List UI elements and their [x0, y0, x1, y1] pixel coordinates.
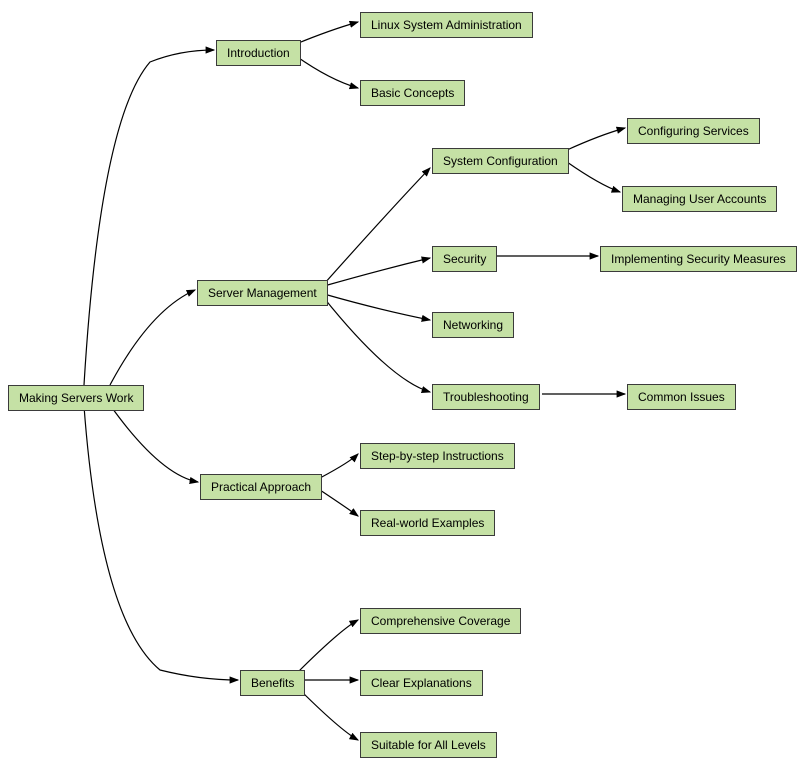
- node-linux-sysadmin: Linux System Administration: [360, 12, 533, 38]
- node-common-issues: Common Issues: [627, 384, 736, 410]
- node-clear-explanations: Clear Explanations: [360, 670, 483, 696]
- node-benefits: Benefits: [240, 670, 305, 696]
- node-label: Networking: [443, 318, 503, 332]
- node-label: System Configuration: [443, 154, 558, 168]
- node-configuring-services: Configuring Services: [627, 118, 760, 144]
- node-label: Basic Concepts: [371, 86, 454, 100]
- node-label: Benefits: [251, 676, 294, 690]
- node-label: Practical Approach: [211, 480, 311, 494]
- node-managing-user-accounts: Managing User Accounts: [622, 186, 777, 212]
- node-introduction: Introduction: [216, 40, 301, 66]
- node-label: Linux System Administration: [371, 18, 522, 32]
- node-troubleshooting: Troubleshooting: [432, 384, 540, 410]
- node-real-world: Real-world Examples: [360, 510, 495, 536]
- node-label: Common Issues: [638, 390, 725, 404]
- node-label: Step-by-step Instructions: [371, 449, 504, 463]
- node-server-management: Server Management: [197, 280, 328, 306]
- node-step-by-step: Step-by-step Instructions: [360, 443, 515, 469]
- node-label: Implementing Security Measures: [611, 252, 786, 266]
- node-label: Server Management: [208, 286, 317, 300]
- node-label: Security: [443, 252, 486, 266]
- node-label: Comprehensive Coverage: [371, 614, 510, 628]
- node-label: Suitable for All Levels: [371, 738, 486, 752]
- node-label: Clear Explanations: [371, 676, 472, 690]
- node-suitable-all-levels: Suitable for All Levels: [360, 732, 497, 758]
- node-label: Managing User Accounts: [633, 192, 766, 206]
- node-label: Configuring Services: [638, 124, 749, 138]
- node-security: Security: [432, 246, 497, 272]
- node-root: Making Servers Work: [8, 385, 144, 411]
- node-label: Real-world Examples: [371, 516, 484, 530]
- node-label: Making Servers Work: [19, 391, 133, 405]
- node-label: Introduction: [227, 46, 290, 60]
- node-networking: Networking: [432, 312, 514, 338]
- node-label: Troubleshooting: [443, 390, 529, 404]
- node-practical-approach: Practical Approach: [200, 474, 322, 500]
- node-comprehensive-coverage: Comprehensive Coverage: [360, 608, 521, 634]
- node-implementing-security: Implementing Security Measures: [600, 246, 797, 272]
- node-basic-concepts: Basic Concepts: [360, 80, 465, 106]
- node-system-configuration: System Configuration: [432, 148, 569, 174]
